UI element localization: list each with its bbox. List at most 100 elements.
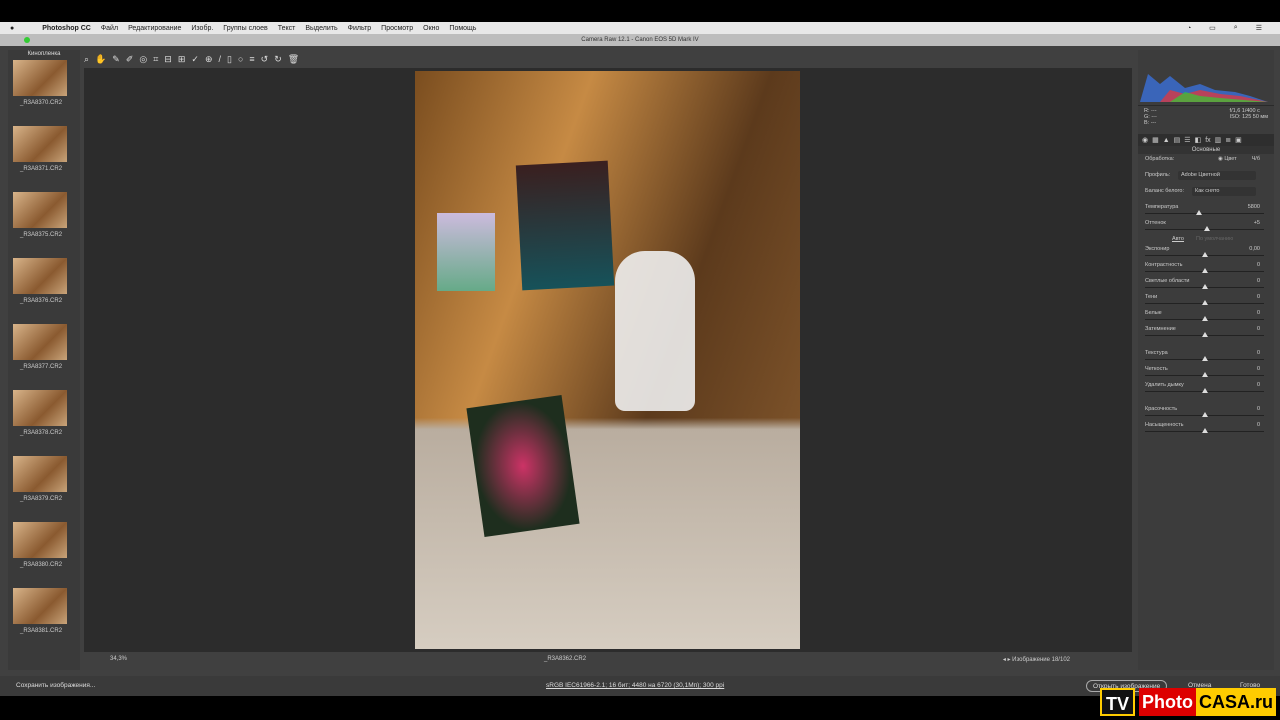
menu-item[interactable]: Фильтр xyxy=(348,25,372,32)
hsl-tab-icon[interactable]: ▤ xyxy=(1174,136,1181,144)
slider-value[interactable]: 0 xyxy=(1257,406,1260,412)
targeted-adjust-icon[interactable]: ◎ xyxy=(139,54,147,65)
profile-label: Профиль: xyxy=(1145,172,1171,178)
slider-value[interactable]: 0 xyxy=(1257,366,1260,372)
filmstrip-item[interactable]: _R3A8376.CR2 xyxy=(8,258,80,324)
zoom-tool-icon[interactable]: ⌕ xyxy=(84,54,89,65)
profile-select[interactable]: Adobe Цветной xyxy=(1178,171,1256,180)
brush-icon[interactable]: / xyxy=(218,54,221,65)
white-balance-icon[interactable]: ✎ xyxy=(112,54,120,65)
menu-item[interactable]: Помощь xyxy=(449,25,476,32)
slider-value[interactable]: 0 xyxy=(1257,278,1260,284)
radial-filter-icon[interactable]: ○ xyxy=(238,54,243,65)
straighten-icon[interactable]: ⊟ xyxy=(164,54,172,65)
menu-item[interactable]: Группы слоев xyxy=(223,25,267,32)
slider-value[interactable]: 0,00 xyxy=(1249,246,1260,252)
camera-raw-window: Кинопленка _R3A8370.CR2 _R3A8371.CR2 _R3A8… xyxy=(0,46,1280,696)
color-sampler-icon[interactable]: ✐ xyxy=(126,54,134,65)
menu-item[interactable]: Текст xyxy=(278,25,296,32)
slider-thumb[interactable] xyxy=(1201,316,1208,321)
thumbnail-filename: _R3A8378.CR2 xyxy=(20,430,63,436)
spot-removal-icon[interactable]: ✓ xyxy=(191,54,199,65)
app-name[interactable]: Photoshop CC xyxy=(42,25,91,32)
filmstrip[interactable]: Кинопленка _R3A8370.CR2 _R3A8371.CR2 _R3A8… xyxy=(8,50,80,670)
search-icon[interactable]: ⌕ xyxy=(1234,24,1238,32)
thumbnail xyxy=(13,60,67,96)
bw-option[interactable]: Ч/б xyxy=(1252,156,1260,162)
slider-value[interactable]: 5800 xyxy=(1248,204,1260,210)
slider-thumb[interactable] xyxy=(1203,226,1210,231)
slider-thumb[interactable] xyxy=(1201,268,1208,273)
crop-icon[interactable]: ⌗ xyxy=(153,54,158,65)
split-tab-icon[interactable]: ☰ xyxy=(1184,136,1190,144)
menu-item[interactable]: Окно xyxy=(423,25,439,32)
default-button[interactable]: По умолчанию xyxy=(1196,236,1233,242)
slider-thumb[interactable] xyxy=(1201,300,1208,305)
save-images-button[interactable]: Сохранить изображения... xyxy=(10,680,101,692)
menu-item[interactable]: Редактирование xyxy=(128,25,181,32)
wifi-icon[interactable]: ◔ xyxy=(1187,25,1191,32)
color-radio[interactable]: ◉ Цвет xyxy=(1218,156,1237,162)
watermark-logo: TV Photo CASA.ru xyxy=(1099,688,1276,716)
slider-track[interactable] xyxy=(1145,213,1264,214)
auto-button[interactable]: Авто xyxy=(1172,236,1184,242)
slider-thumb[interactable] xyxy=(1201,252,1208,257)
slider-thumb[interactable] xyxy=(1195,210,1202,215)
slider-value[interactable]: 0 xyxy=(1257,382,1260,388)
slider-thumb[interactable] xyxy=(1201,428,1208,433)
graduated-filter-icon[interactable]: ▯ xyxy=(227,54,232,65)
filmstrip-item[interactable]: _R3A8379.CR2 xyxy=(8,456,80,522)
slider-label: Тени xyxy=(1145,294,1158,300)
workflow-options-link[interactable]: sRGB IEC61966-2.1; 16 бит; 4480 на 6720 … xyxy=(540,680,730,692)
slider-value[interactable]: 0 xyxy=(1257,262,1260,268)
filmstrip-item[interactable]: _R3A8381.CR2 xyxy=(8,588,80,654)
slider-row: Контрастность 0 xyxy=(1138,260,1274,276)
slider-thumb[interactable] xyxy=(1201,372,1208,377)
basic-tab-icon[interactable]: ◉ xyxy=(1142,136,1148,144)
slider-value[interactable]: 0 xyxy=(1257,326,1260,332)
slider-value[interactable]: +5 xyxy=(1254,220,1260,226)
menu-item[interactable]: Файл xyxy=(101,25,118,32)
transform-icon[interactable]: ⊞ xyxy=(178,54,186,65)
slider-value[interactable]: 0 xyxy=(1257,310,1260,316)
trash-icon[interactable]: 🗑 xyxy=(288,54,299,65)
battery-icon[interactable]: ▭ xyxy=(1209,24,1216,32)
lens-tab-icon[interactable]: ◧ xyxy=(1195,136,1202,144)
slider-value[interactable]: 0 xyxy=(1257,422,1260,428)
filmstrip-item[interactable]: _R3A8375.CR2 xyxy=(8,192,80,258)
filmstrip-item[interactable]: _R3A8378.CR2 xyxy=(8,390,80,456)
menu-item[interactable]: Просмотр xyxy=(381,25,413,32)
slider-value[interactable]: 0 xyxy=(1257,350,1260,356)
rotate-right-icon[interactable]: ↻ xyxy=(274,54,282,65)
slider-thumb[interactable] xyxy=(1201,332,1208,337)
apple-icon[interactable]: ● xyxy=(10,25,14,32)
slider-label: Экспонир xyxy=(1145,246,1170,252)
curve-tab-icon[interactable]: ▦ xyxy=(1152,136,1159,144)
menu-icon[interactable]: ☰ xyxy=(1256,24,1262,32)
slider-thumb[interactable] xyxy=(1201,412,1208,417)
slider-thumb[interactable] xyxy=(1201,388,1208,393)
fx-tab-icon[interactable]: fx xyxy=(1205,137,1210,144)
hand-tool-icon[interactable]: ✋ xyxy=(95,54,106,65)
slider-value[interactable]: 0 xyxy=(1257,294,1260,300)
presets-tab-icon[interactable]: ≣ xyxy=(1225,136,1231,144)
zoom-window-button[interactable] xyxy=(24,37,30,43)
menu-item[interactable]: Изобр. xyxy=(191,25,213,32)
detail-tab-icon[interactable]: ▲ xyxy=(1163,137,1170,144)
rotate-left-icon[interactable]: ↺ xyxy=(261,54,269,65)
slider-thumb[interactable] xyxy=(1201,356,1208,361)
zoom-level[interactable]: 34,3% xyxy=(110,656,127,662)
image-navigation[interactable]: ◂ ▸ Изображение 18/102 xyxy=(1003,656,1070,663)
filmstrip-item[interactable]: _R3A8371.CR2 xyxy=(8,126,80,192)
image-canvas[interactable] xyxy=(84,68,1132,652)
filmstrip-item[interactable]: _R3A8370.CR2 xyxy=(8,60,80,126)
snapshots-tab-icon[interactable]: ▣ xyxy=(1235,136,1242,144)
slider-thumb[interactable] xyxy=(1201,284,1208,289)
filmstrip-item[interactable]: _R3A8380.CR2 xyxy=(8,522,80,588)
redeye-icon[interactable]: ⊕ xyxy=(205,54,213,65)
menu-item[interactable]: Выделить xyxy=(305,25,337,32)
calibration-tab-icon[interactable]: ▥ xyxy=(1215,136,1222,144)
wb-select[interactable]: Как снято xyxy=(1192,187,1256,196)
filmstrip-item[interactable]: _R3A8377.CR2 xyxy=(8,324,80,390)
preferences-icon[interactable]: ≡ xyxy=(249,54,254,65)
